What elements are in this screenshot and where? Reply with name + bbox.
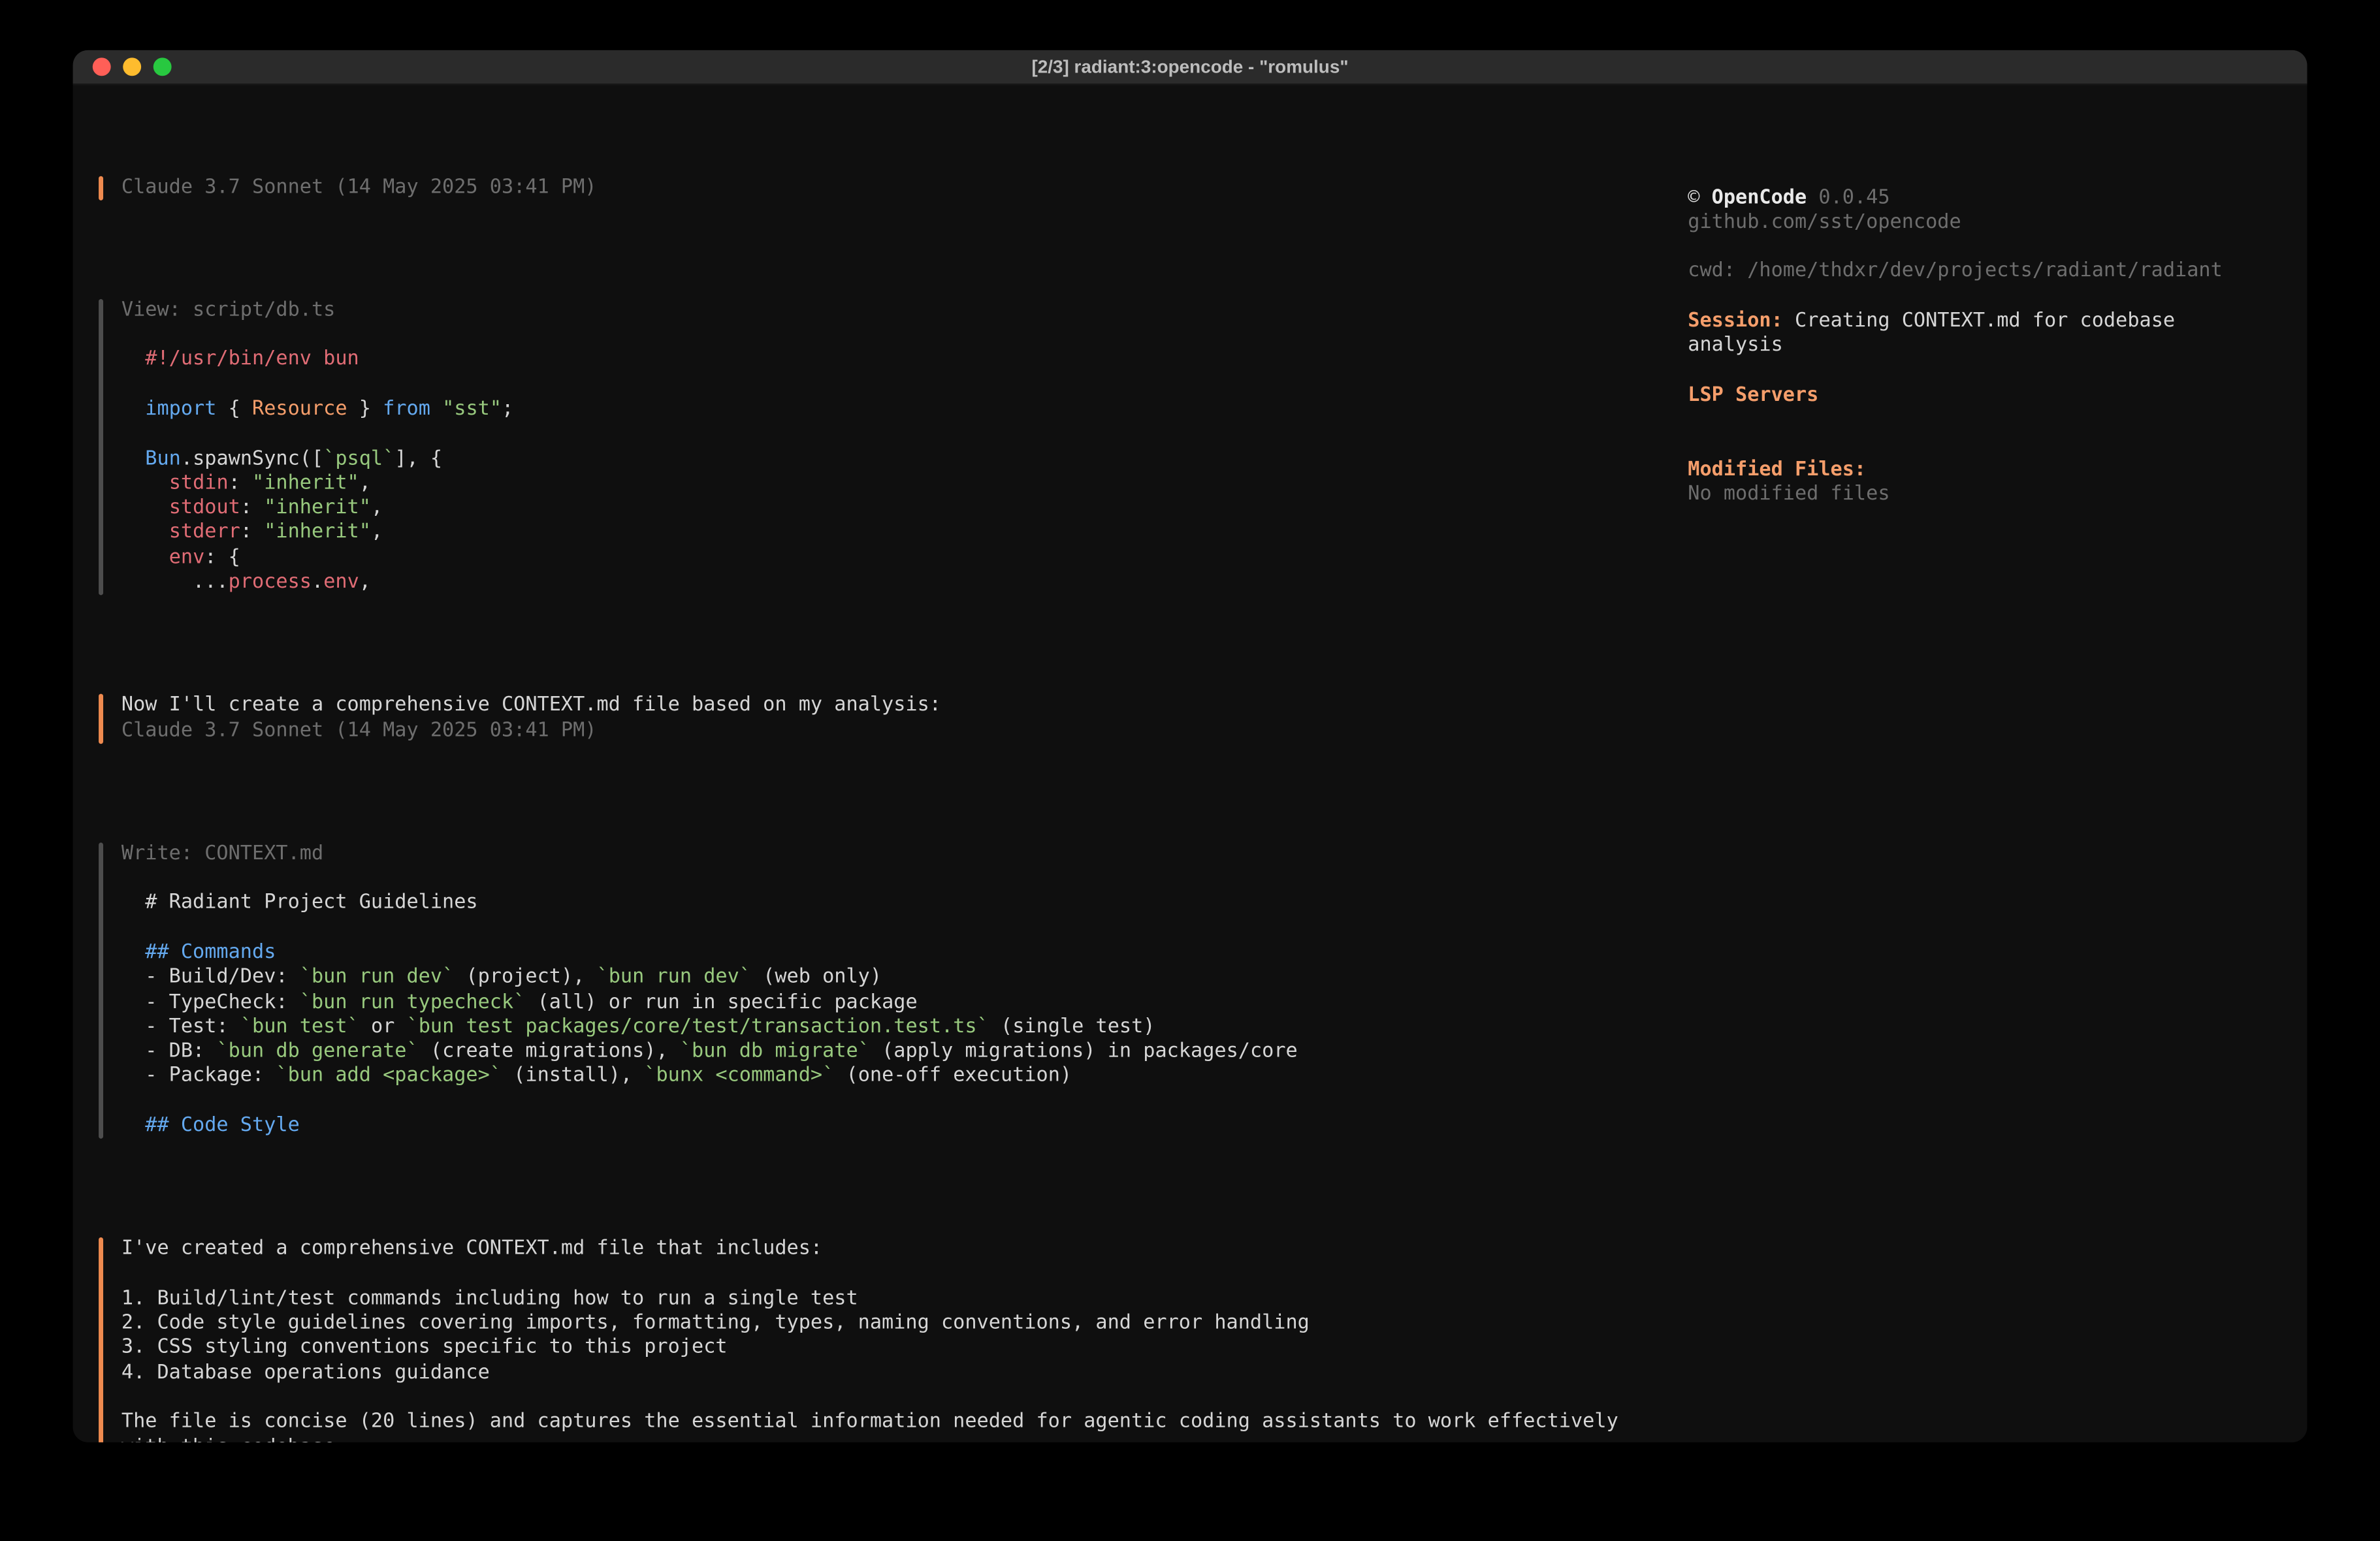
text-line: ...process.env, [121, 571, 513, 596]
text-line [1688, 409, 2295, 434]
text-line [121, 422, 513, 447]
text-line: 3. CSS styling conventions specific to t… [121, 1337, 1618, 1361]
text-line [1688, 285, 2295, 310]
message-timestamp-block: Claude 3.7 Sonnet (14 May 2025 03:41 PM) [99, 176, 1688, 200]
tool-accent-bar [99, 299, 103, 596]
text-line: cwd: /home/thdxr/dev/projects/radiant/ra… [1688, 261, 2295, 285]
text-line: - Build/Dev: `bun run dev` (project), `b… [121, 966, 1298, 991]
tool-view-block: View: script/db.ts #!/usr/bin/env bun im… [99, 299, 1688, 596]
message-accent-bar [99, 694, 103, 744]
text-line: import { Resource } from "sst"; [121, 398, 513, 422]
text-line: stdout: "inherit", [121, 497, 513, 522]
assistant-message: Now I'll create a comprehensive CONTEXT.… [121, 694, 941, 744]
text-line [1688, 359, 2295, 384]
sidebar-info: © OpenCode 0.0.45github.com/sst/opencode… [1688, 186, 2295, 508]
terminal-window: [2/3] radiant:3:opencode - "romulus" Cla… [73, 50, 2308, 1442]
text-line: Now I'll create a comprehensive CONTEXT.… [121, 694, 941, 719]
text-line: stdin: "inherit", [121, 472, 513, 497]
text-line: Claude 3.7 Sonnet (14 May 2025 03:41 PM) [121, 719, 941, 744]
text-line [121, 867, 1298, 892]
message-accent-bar [99, 176, 103, 200]
text-line [121, 1090, 1298, 1115]
text-line: Claude 3.7 Sonnet (14 May 2025 03:41 PM) [121, 176, 597, 200]
text-line: LSP Servers [1688, 384, 2295, 409]
minimize-button[interactable] [123, 57, 141, 76]
assistant-summary: I've created a comprehensive CONTEXT.md … [121, 1237, 1618, 1442]
text-line: env: { [121, 546, 513, 571]
text-line: © OpenCode 0.0.45 [1688, 186, 2295, 211]
text-line: Bun.spawnSync([`psql`], { [121, 447, 513, 472]
window-titlebar[interactable]: [2/3] radiant:3:opencode - "romulus" [73, 50, 2308, 85]
text-line: The file is concise (20 lines) and captu… [121, 1411, 1618, 1436]
text-line: with this codebase. [121, 1435, 1618, 1442]
text-line: - TypeCheck: `bun run typecheck` (all) o… [121, 991, 1298, 1015]
close-button[interactable] [93, 57, 111, 76]
text-line: stderr: "inherit", [121, 522, 513, 547]
text-line [1688, 434, 2295, 458]
sidebar: © OpenCode 0.0.45github.com/sst/opencode… [1688, 126, 2295, 1442]
text-line: analysis [1688, 334, 2295, 359]
text-line [1688, 236, 2295, 261]
text-line: Write: CONTEXT.md [121, 842, 1298, 867]
text-line: 2. Code style guidelines covering import… [121, 1312, 1618, 1337]
text-line [121, 1262, 1618, 1287]
text-line: ## Code Style [121, 1115, 1298, 1139]
message-accent-bar [99, 1237, 103, 1442]
text-line: No modified files [1688, 483, 2295, 508]
text-line: github.com/sst/opencode [1688, 211, 2295, 236]
tool-write-block: Write: CONTEXT.md # Radiant Project Guid… [99, 842, 1688, 1139]
assistant-message-block: Now I'll create a comprehensive CONTEXT.… [99, 694, 1688, 744]
text-line: Modified Files: [1688, 458, 2295, 483]
main-row: Claude 3.7 Sonnet (14 May 2025 03:41 PM)… [99, 126, 2295, 1442]
text-line [121, 1386, 1618, 1411]
text-line: 1. Build/lint/test commands including ho… [121, 1287, 1618, 1312]
text-line [121, 373, 513, 398]
desktop: [2/3] radiant:3:opencode - "romulus" Cla… [0, 0, 2380, 1541]
window-title: [2/3] radiant:3:opencode - "romulus" [73, 56, 2308, 78]
text-line: - Test: `bun test` or `bun test packages… [121, 1015, 1298, 1040]
tool-write-content: Write: CONTEXT.md # Radiant Project Guid… [121, 842, 1298, 1139]
tool-view-content: View: script/db.ts #!/usr/bin/env bun im… [121, 299, 513, 596]
text-line: - DB: `bun db generate` (create migratio… [121, 1040, 1298, 1065]
tool-accent-bar [99, 842, 103, 1139]
text-line: - Package: `bun add <package>` (install)… [121, 1065, 1298, 1090]
text-line: View: script/db.ts [121, 299, 513, 324]
text-line: #!/usr/bin/env bun [121, 348, 513, 373]
assistant-summary-block: I've created a comprehensive CONTEXT.md … [99, 1237, 1688, 1442]
traffic-lights [73, 57, 172, 76]
text-line [121, 916, 1298, 941]
chat-area: Claude 3.7 Sonnet (14 May 2025 03:41 PM)… [99, 126, 1688, 1442]
message-timestamp: Claude 3.7 Sonnet (14 May 2025 03:41 PM) [121, 176, 597, 200]
text-line: ## Commands [121, 941, 1298, 966]
text-line: I've created a comprehensive CONTEXT.md … [121, 1237, 1618, 1262]
text-line: 4. Database operations guidance [121, 1361, 1618, 1386]
text-line: # Radiant Project Guidelines [121, 892, 1298, 917]
terminal-content: Claude 3.7 Sonnet (14 May 2025 03:41 PM)… [73, 85, 2308, 1442]
zoom-button[interactable] [153, 57, 172, 76]
text-line: Session: Creating CONTEXT.md for codebas… [1688, 310, 2295, 335]
text-line [121, 323, 513, 348]
